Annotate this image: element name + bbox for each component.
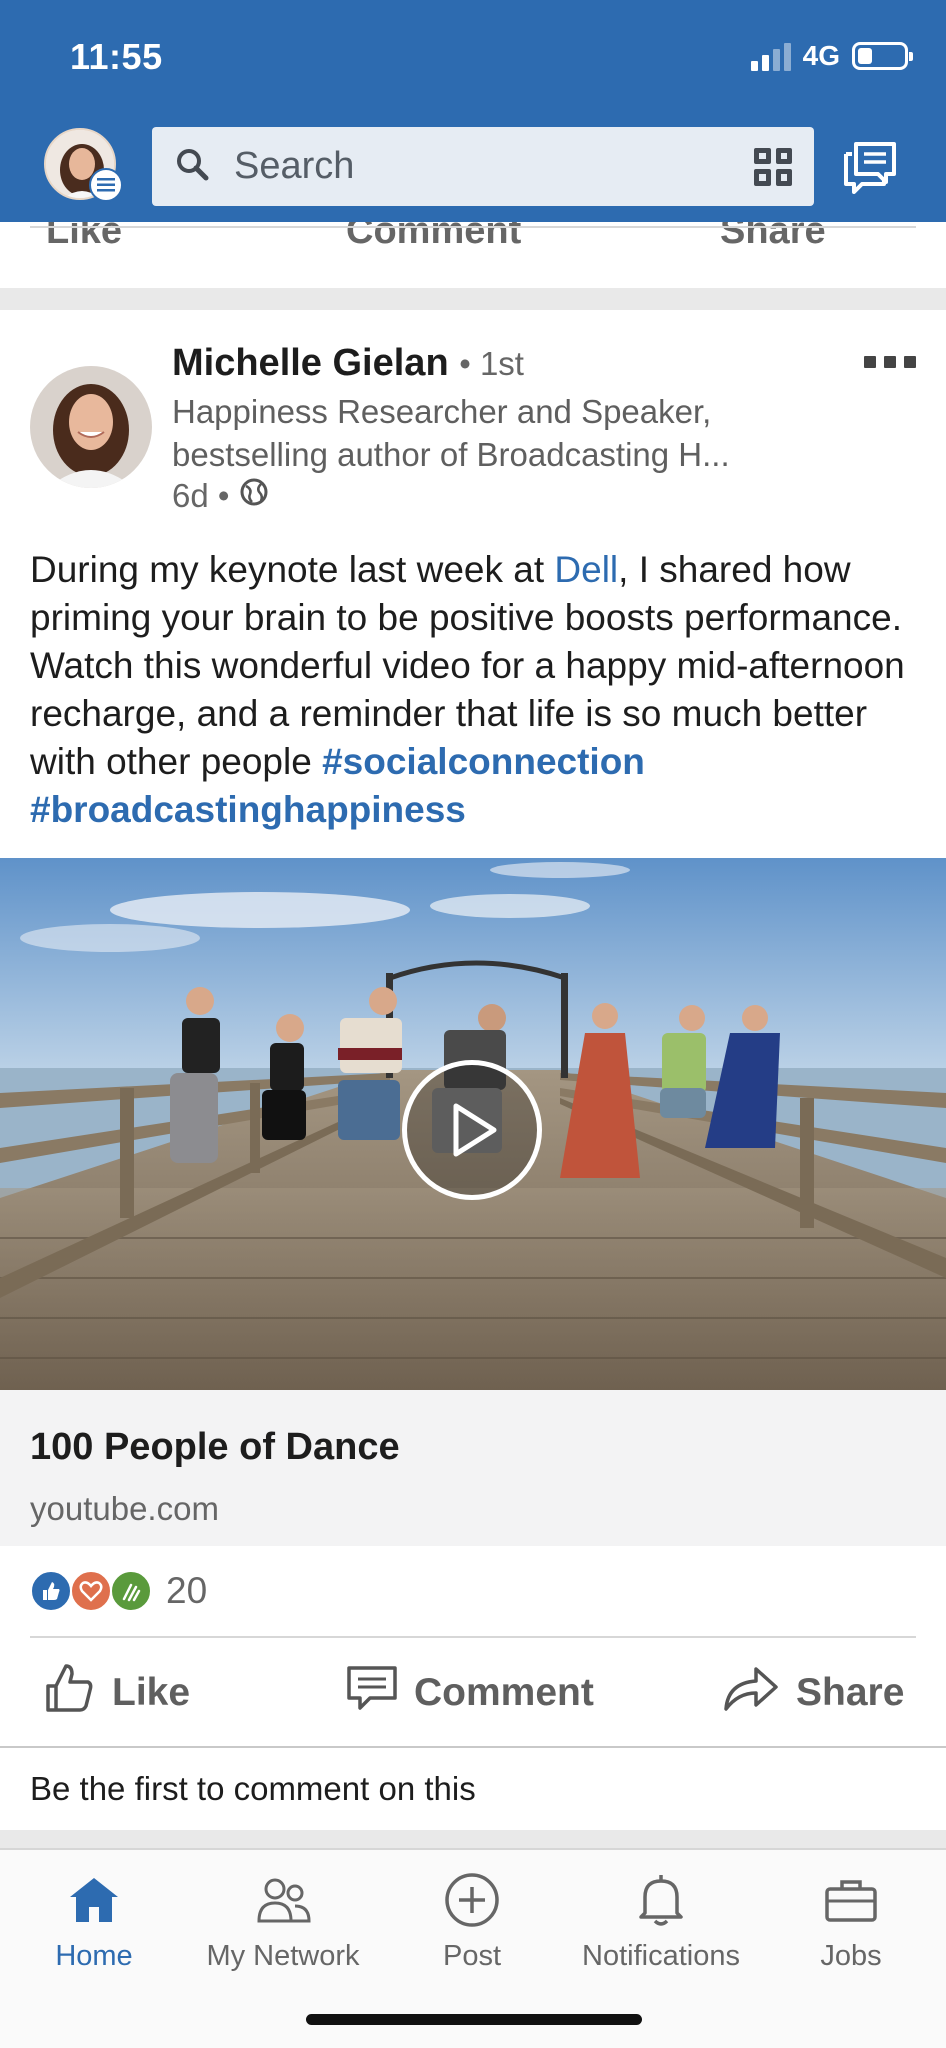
- author-name[interactable]: Michelle Gielan: [172, 342, 449, 384]
- post-text-intro: During my keynote last week at: [30, 549, 555, 590]
- network-type: 4G: [802, 40, 840, 71]
- nav-jobs-label: Jobs: [820, 1940, 882, 1972]
- divider: [30, 226, 916, 228]
- network-icon: [188, 1868, 378, 1932]
- qr-code-icon[interactable]: [754, 147, 792, 186]
- nav-home[interactable]: Home: [0, 1868, 189, 1973]
- search-placeholder: Search: [234, 145, 355, 187]
- post-plus-icon: [377, 1868, 567, 1932]
- reactions-summary[interactable]: 20: [30, 1566, 207, 1616]
- signal-icon: [750, 41, 791, 71]
- video-thumbnail[interactable]: [0, 858, 946, 1390]
- menu-badge-icon[interactable]: [89, 168, 123, 202]
- share-button[interactable]: Share: [722, 1658, 904, 1728]
- nav-post-label: Post: [442, 1940, 502, 1972]
- comment-label: Comment: [414, 1671, 594, 1714]
- share-arrow-icon: [722, 1665, 780, 1721]
- status-indicators: 4G: [750, 40, 913, 72]
- bell-icon: [566, 1868, 756, 1932]
- video-domain: youtube.com: [30, 1490, 219, 1527]
- author-headline: Happiness Researcher and Speaker, bestse…: [172, 393, 730, 473]
- comment-button[interactable]: Comment: [346, 1658, 594, 1728]
- post-meta: 6d •: [172, 477, 269, 515]
- search-input[interactable]: Search: [152, 127, 814, 206]
- hashtag-link[interactable]: #socialconnection: [322, 741, 645, 782]
- nav-home-label: Home: [55, 1940, 133, 1972]
- briefcase-icon: [756, 1868, 946, 1932]
- more-options-button[interactable]: [864, 356, 916, 368]
- author-avatar[interactable]: [30, 366, 152, 488]
- nav-notifications-label: Notifications: [582, 1940, 740, 1972]
- post-time: 6d •: [172, 477, 230, 514]
- globe-icon: [239, 477, 269, 515]
- nav-my-network[interactable]: My Network: [188, 1868, 378, 1973]
- share-label: Share: [796, 1671, 905, 1714]
- company-mention-link[interactable]: Dell: [554, 549, 618, 590]
- messaging-icon[interactable]: [842, 140, 898, 199]
- celebrate-reaction-icon: [110, 1570, 152, 1612]
- first-comment-prompt[interactable]: Be the first to comment on this: [30, 1770, 476, 1808]
- divider: [0, 1746, 946, 1748]
- home-indicator[interactable]: [306, 2014, 642, 2025]
- divider: [30, 1636, 916, 1638]
- nav-my-network-label: My Network: [206, 1940, 360, 1972]
- love-reaction-icon: [70, 1570, 112, 1612]
- video-title[interactable]: 100 People of Dance: [30, 1426, 400, 1469]
- previous-post-footer: Like Comment Share: [0, 222, 946, 288]
- play-button[interactable]: [402, 1060, 542, 1200]
- post-body: During my keynote last week at Dell, I s…: [30, 546, 920, 834]
- battery-icon: [852, 42, 913, 70]
- feed-post-card: Michelle Gielan • 1st Happiness Research…: [0, 310, 946, 1830]
- nav-post[interactable]: Post: [377, 1868, 567, 1973]
- status-time: 11:55: [70, 36, 163, 77]
- comment-icon: [346, 1665, 398, 1721]
- like-reaction-icon: [30, 1570, 72, 1612]
- nav-notifications[interactable]: Notifications: [566, 1868, 756, 1973]
- like-button[interactable]: Like: [44, 1658, 190, 1728]
- nav-jobs[interactable]: Jobs: [756, 1868, 946, 1973]
- link-preview[interactable]: 100 People of Dance youtube.com: [0, 1390, 946, 1546]
- hashtag-link[interactable]: #broadcastinghappiness: [30, 789, 466, 830]
- thumbs-up-icon: [44, 1662, 96, 1724]
- search-icon: [174, 146, 210, 187]
- reaction-count[interactable]: 20: [166, 1570, 207, 1612]
- author-name-row[interactable]: Michelle Gielan • 1st: [172, 342, 524, 385]
- like-label: Like: [112, 1671, 191, 1714]
- connection-degree: • 1st: [459, 345, 524, 382]
- home-icon: [0, 1868, 189, 1932]
- top-app-bar: 11:55 4G Search: [0, 0, 946, 222]
